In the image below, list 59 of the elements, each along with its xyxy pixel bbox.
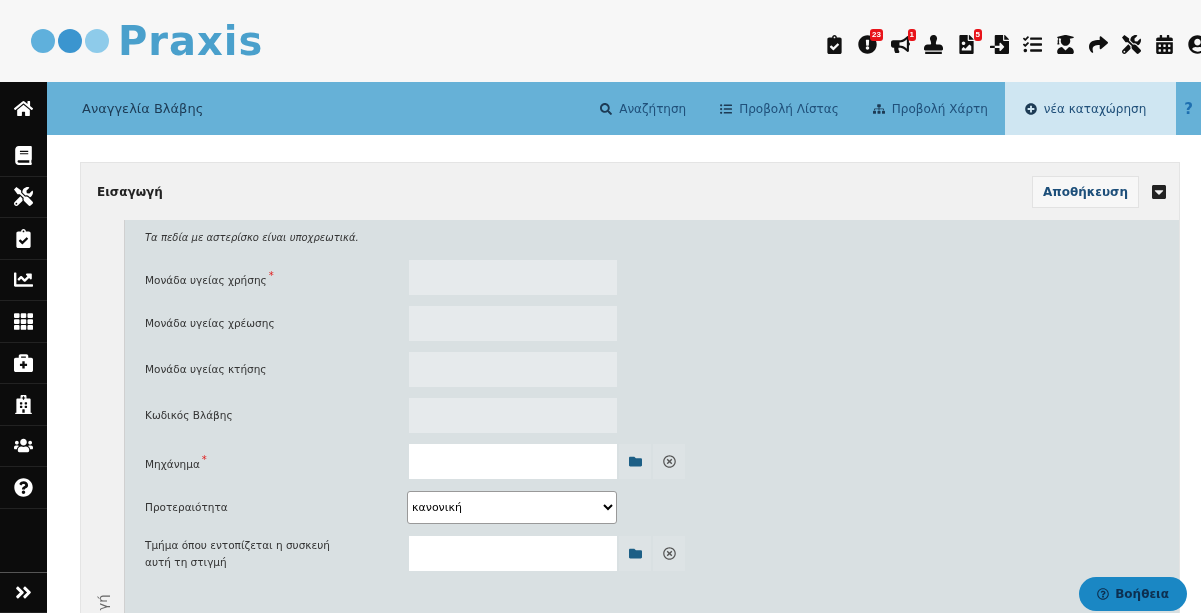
field-label: Προτεραιότητα bbox=[145, 500, 229, 515]
nav-tab[interactable]: νέα καταχώρηση bbox=[1004, 82, 1177, 135]
count-badge: 23 bbox=[870, 28, 883, 41]
clear-icon[interactable] bbox=[653, 536, 685, 571]
logo-text: Praxis bbox=[118, 18, 264, 64]
field-label: Μονάδα υγείας χρέωσης bbox=[145, 316, 276, 331]
section-tab[interactable]: γή bbox=[95, 594, 110, 611]
image-file-button[interactable]: 5 bbox=[957, 28, 982, 54]
nav-tab[interactable]: Αναζήτηση bbox=[583, 82, 704, 135]
clipboard-check-icon bbox=[825, 34, 844, 54]
folder-icon[interactable] bbox=[619, 444, 651, 479]
logo-icon bbox=[30, 27, 112, 55]
folder-icon[interactable] bbox=[619, 536, 651, 571]
list-icon bbox=[720, 102, 733, 115]
save-button[interactable]: Αποθήκευση bbox=[1032, 175, 1139, 208]
help-icon bbox=[14, 477, 33, 497]
panel-title: Εισαγωγή bbox=[97, 184, 164, 199]
input-field[interactable] bbox=[409, 444, 617, 479]
image-file-icon bbox=[957, 34, 976, 54]
required-mark: * bbox=[201, 453, 207, 465]
books-icon bbox=[14, 145, 33, 165]
file-import-icon bbox=[990, 34, 1009, 54]
field-label: Κωδικός Βλάβης bbox=[145, 408, 234, 423]
tools-icon bbox=[1122, 34, 1141, 54]
help-button[interactable]: Βοήθεια bbox=[1079, 577, 1187, 611]
page-title: Αναγγελία Βλάβης bbox=[82, 101, 205, 116]
field-label: Μονάδα υγείας κτήσης bbox=[145, 362, 268, 377]
required-mark: * bbox=[268, 269, 274, 281]
input-field[interactable] bbox=[409, 536, 617, 571]
alert-button[interactable]: 23 bbox=[858, 28, 883, 54]
nav-tab[interactable]: Προβολή Λίστας bbox=[703, 82, 856, 135]
sitemap-icon bbox=[872, 102, 885, 115]
home-icon bbox=[14, 99, 33, 118]
dropdown-button[interactable] bbox=[1151, 183, 1167, 200]
chart-icon bbox=[14, 270, 33, 290]
megaphone-icon bbox=[891, 34, 910, 54]
medkit-icon bbox=[14, 353, 33, 373]
priority-select[interactable]: κανονική bbox=[407, 491, 617, 524]
hospital-icon bbox=[14, 394, 33, 414]
tools-icon bbox=[14, 187, 33, 207]
required-note: Τα πεδία με αστερίσκο είναι υποχρεωτικά. bbox=[145, 232, 360, 243]
megaphone-button[interactable]: 1 bbox=[891, 28, 916, 54]
nav-tab[interactable]: Προβολή Χάρτη bbox=[855, 82, 1005, 135]
search-icon bbox=[600, 102, 613, 115]
question-icon bbox=[1097, 588, 1110, 600]
calendar-icon bbox=[1155, 34, 1174, 54]
user-icon bbox=[1188, 34, 1201, 54]
expand-button[interactable] bbox=[0, 571, 47, 613]
stamp-icon bbox=[924, 34, 943, 54]
grid-icon bbox=[14, 311, 33, 331]
field-label: Τμήμα όπου εντοπίζεται η συσκευή αυτή τη στιγμή bbox=[145, 537, 331, 570]
count-badge: 5 bbox=[973, 28, 982, 41]
share-icon bbox=[1089, 34, 1108, 54]
graduate-icon bbox=[1056, 34, 1075, 54]
tasks-icon bbox=[1023, 34, 1042, 54]
clipboard-check-icon bbox=[14, 228, 33, 248]
count-badge: 1 bbox=[907, 28, 916, 41]
clear-icon[interactable] bbox=[653, 444, 685, 479]
plus-icon bbox=[1024, 102, 1037, 115]
